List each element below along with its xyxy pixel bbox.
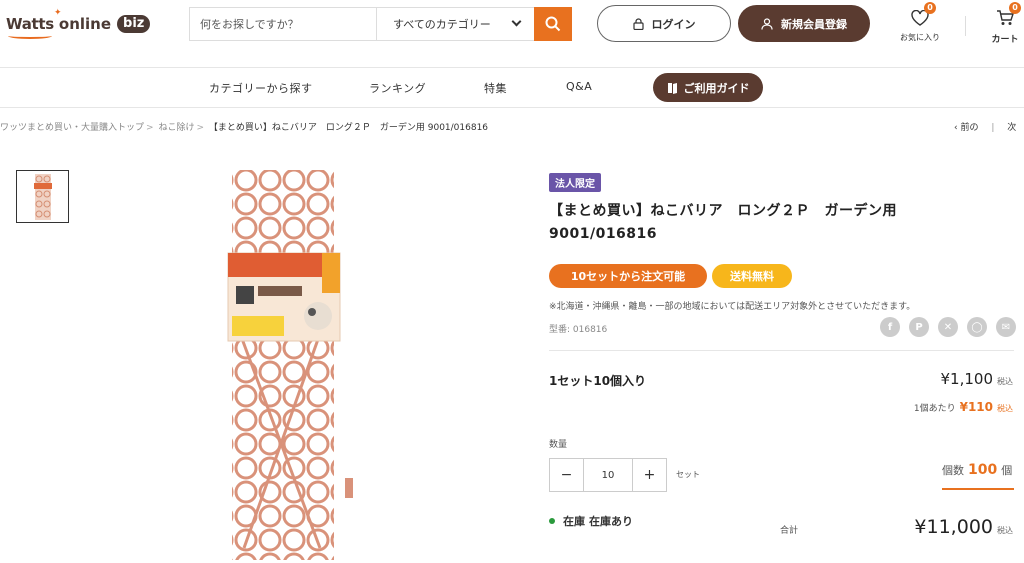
total-price: ¥11,000 税込 xyxy=(914,516,1013,538)
lock-icon xyxy=(632,17,644,30)
logo-watts: Watts xyxy=(6,15,54,33)
unit-price-label: 1個あたり xyxy=(913,404,956,414)
quantity-label: 数量 xyxy=(549,440,568,450)
stock-value: 在庫あり xyxy=(589,515,633,528)
site-header: Watts ✦ online biz すべてのカテゴリー ログイン 新規会員登録… xyxy=(0,0,1024,68)
x-icon[interactable]: ✕ xyxy=(938,317,958,337)
breadcrumb-current: 【まとめ買い】ねこバリア ロング２Ｐ ガーデン用 9001/016816 xyxy=(208,123,489,133)
next-link[interactable]: 次 xyxy=(1007,123,1016,133)
cart-count-badge: 0 xyxy=(1009,2,1021,14)
chevron-left-icon: ‹ xyxy=(954,123,958,133)
item-count-label: 個数 xyxy=(942,464,964,477)
guide-button[interactable]: ご利用ガイド xyxy=(653,73,763,102)
pinterest-icon[interactable]: P xyxy=(909,317,929,337)
tax-label: 税込 xyxy=(997,404,1013,413)
prev-link[interactable]: 前の xyxy=(960,123,978,133)
increment-button[interactable]: + xyxy=(633,459,666,491)
search-input[interactable] xyxy=(190,8,376,40)
line-icon[interactable]: ◯ xyxy=(967,317,987,337)
nav-item-ranking[interactable]: ランキング xyxy=(369,80,426,96)
free-shipping-badge: 送料無料 xyxy=(712,264,792,288)
login-button[interactable]: ログイン xyxy=(597,5,731,42)
decrement-button[interactable]: − xyxy=(550,459,583,491)
stock-status: 在庫 在庫あり xyxy=(549,513,633,529)
unit-price: 1個あたり ¥110 税込 xyxy=(914,400,1013,414)
search-bar: すべてのカテゴリー xyxy=(189,7,572,41)
breadcrumb-separator: > xyxy=(196,123,204,133)
corporate-only-tag: 法人限定 xyxy=(549,173,601,192)
shipping-note: ※北海道・沖縄県・離島・一部の地域においては配送エリア対象外とさせていただきます… xyxy=(549,302,916,312)
product-main-image[interactable] xyxy=(210,168,355,563)
set-label: 1セット10個入り xyxy=(549,374,647,388)
register-label: 新規会員登録 xyxy=(781,17,847,31)
logo-star-icon: ✦ xyxy=(54,8,62,18)
login-label: ログイン xyxy=(651,17,696,31)
cart-button[interactable]: 0 カート xyxy=(985,2,1024,45)
nav-item-categories[interactable]: カテゴリーから探す xyxy=(209,80,313,96)
unit-price-value: ¥110 xyxy=(959,400,993,414)
product-title-line2: 9001/016816 xyxy=(549,226,658,242)
category-select[interactable]: すべてのカテゴリー xyxy=(376,8,534,40)
product-title-line1: 【まとめ買い】ねこバリア ロング２Ｐ ガーデン用 xyxy=(549,203,897,219)
favorites-button[interactable]: 0 お気に入り xyxy=(898,2,942,44)
search-button[interactable] xyxy=(534,7,572,41)
main-nav: カテゴリーから探す ランキング 特集 Q&A ご利用ガイド xyxy=(0,68,1024,108)
guide-label: ご利用ガイド xyxy=(683,81,750,95)
nav-item-features[interactable]: 特集 xyxy=(484,80,507,96)
logo-online: online xyxy=(58,15,112,33)
facebook-icon[interactable]: f xyxy=(880,317,900,337)
quantity-unit: セット xyxy=(676,470,700,479)
item-count: 個数 100 個 xyxy=(942,462,1014,490)
tax-label: 税込 xyxy=(997,377,1013,386)
section-divider xyxy=(549,350,1014,351)
breadcrumb-separator: > xyxy=(146,123,154,133)
product-thumbnail[interactable] xyxy=(16,170,69,223)
pager-divider: | xyxy=(991,123,995,133)
quantity-input[interactable] xyxy=(583,459,633,491)
site-logo[interactable]: Watts ✦ online biz xyxy=(6,8,151,39)
logo-swoosh xyxy=(8,33,52,39)
set-price-value: ¥1,100 xyxy=(940,370,994,388)
total-label: 合計 xyxy=(780,526,799,536)
share-buttons: f P ✕ ◯ ✉ xyxy=(880,317,1016,337)
breadcrumb-item[interactable]: ねこ除け xyxy=(158,123,194,133)
product-image-graphic xyxy=(227,170,353,560)
min-order-badge: 10セットから注文可能 xyxy=(549,264,707,288)
item-count-value: 100 xyxy=(968,462,998,478)
search-icon xyxy=(545,16,561,32)
chevron-down-icon xyxy=(511,16,522,27)
mail-icon[interactable]: ✉ xyxy=(996,317,1016,337)
item-pager: ‹ 前の | 次 xyxy=(954,120,1016,133)
set-price: ¥1,100 税込 xyxy=(941,370,1014,388)
tax-label: 税込 xyxy=(997,526,1013,535)
user-icon xyxy=(761,17,773,30)
stock-dot-icon xyxy=(549,518,555,524)
model-number: 型番: 016816 xyxy=(549,325,608,335)
stock-label: 在庫 xyxy=(563,515,585,528)
item-count-unit: 個 xyxy=(1001,464,1013,477)
book-icon xyxy=(667,82,677,94)
breadcrumb-item[interactable]: ワッツまとめ買い・大量購入トップ xyxy=(0,123,144,133)
favorites-count-badge: 0 xyxy=(924,2,936,14)
logo-biz: biz xyxy=(117,15,151,33)
category-select-label: すべてのカテゴリー xyxy=(393,18,491,31)
nav-item-qa[interactable]: Q&A xyxy=(566,80,592,93)
thumbnail-image xyxy=(33,173,52,220)
breadcrumb: ワッツまとめ買い・大量購入トップ > ねこ除け > 【まとめ買い】ねこバリア ロング… xyxy=(0,120,488,133)
register-button[interactable]: 新規会員登録 xyxy=(738,5,870,42)
product-title: 【まとめ買い】ねこバリア ロング２Ｐ ガーデン用 9001/016816 xyxy=(549,200,989,246)
cart-label: カート xyxy=(991,35,1019,45)
total-price-value: ¥11,000 xyxy=(914,516,993,538)
favorites-label: お気に入り xyxy=(900,33,940,42)
header-divider xyxy=(965,16,966,36)
quantity-stepper: − + xyxy=(549,458,667,492)
